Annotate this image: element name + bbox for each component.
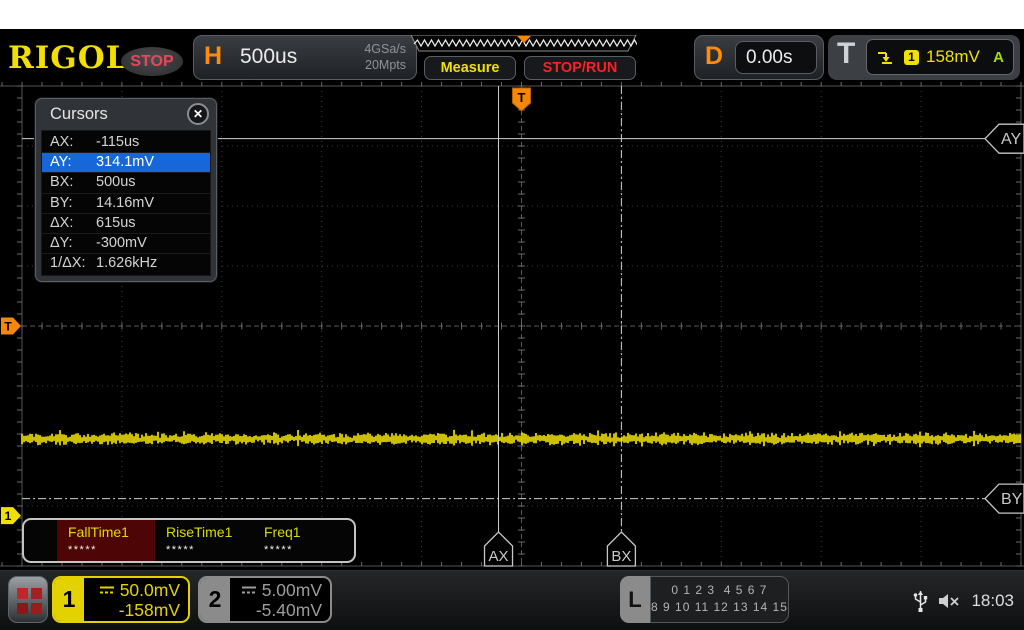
- grid-square-icon: [17, 588, 28, 599]
- svg-text:AY: AY: [1001, 131, 1021, 148]
- logic-label: L: [620, 576, 650, 623]
- cursor-row-dx[interactable]: ΔX:615us: [42, 214, 210, 234]
- channel2-button[interactable]: 2 5.00mV -5.40mV: [198, 576, 332, 623]
- logic-channels-button[interactable]: L 0 1 2 3 4 5 6 7 8 9 10 11 12 13 14 15: [620, 576, 750, 623]
- channel1-offset: -158mV: [119, 600, 180, 620]
- grid-square-icon: [17, 603, 28, 614]
- cursor-value: 14.16mV: [96, 195, 154, 211]
- cursor-row-by[interactable]: BY:14.16mV: [42, 194, 210, 214]
- channel2-offset: -5.40mV: [256, 600, 322, 620]
- svg-text:BX: BX: [611, 548, 631, 565]
- channel-status-bar: 1 50.0mV -158mV 2: [0, 570, 1024, 630]
- measurement-value: *****: [68, 544, 155, 556]
- measurement-name: Freq1: [264, 524, 351, 540]
- svg-text:BY: BY: [1001, 491, 1023, 508]
- channel2-number: 2: [200, 578, 230, 621]
- cursors-title-text: Cursors: [50, 105, 108, 123]
- logic-row-1: 0 1 2 3 4 5 6 7: [651, 582, 788, 599]
- system-tray: 18:03: [913, 571, 1020, 630]
- cursor-row-ax[interactable]: AX:-115us: [42, 133, 210, 153]
- measurement-value: *****: [264, 544, 351, 556]
- logic-row-2: 8 9 10 11 12 13 14 15: [651, 599, 788, 616]
- dc-coupling-icon: [99, 585, 115, 595]
- grid-square-icon: [31, 588, 42, 599]
- measurement-falltime[interactable]: FallTime1 *****: [57, 520, 155, 561]
- measurement-freq[interactable]: Freq1 *****: [253, 520, 351, 561]
- measurement-panel: FallTime1 ***** RiseTime1 ***** Freq1 **…: [22, 518, 356, 563]
- cursor-label: AX:: [50, 133, 96, 152]
- close-icon[interactable]: ✕: [187, 103, 209, 125]
- usb-icon: [913, 589, 928, 613]
- cursor-label: ΔX:: [50, 214, 96, 233]
- oscilloscope-screen: MSO5102 Fri October 11 18:04:10 2024 AXB…: [0, 0, 1024, 630]
- cursors-list: AX:-115us AY:314.1mV BX:500us BY:14.16mV…: [41, 130, 211, 276]
- clock: 18:03: [971, 591, 1014, 611]
- cursor-value: 500us: [96, 174, 136, 190]
- cursor-value: 314.1mV: [96, 154, 154, 170]
- cursor-label: AY:: [50, 153, 96, 172]
- cursor-label: BY:: [50, 194, 96, 213]
- measurement-value: *****: [166, 544, 253, 556]
- cursor-value: 1.626kHz: [96, 255, 157, 271]
- logic-channel-numbers: 0 1 2 3 4 5 6 7 8 9 10 11 12 13 14 15: [650, 576, 789, 623]
- cursor-label: 1/ΔX:: [50, 254, 96, 273]
- svg-text:1: 1: [5, 509, 12, 523]
- cursor-label: ΔY:: [50, 234, 96, 253]
- cursor-row-dy[interactable]: ΔY:-300mV: [42, 234, 210, 254]
- cursor-row-ay[interactable]: AY:314.1mV: [42, 153, 210, 173]
- channel1-button[interactable]: 1 50.0mV -158mV: [52, 576, 190, 623]
- channel1-scale: 50.0mV: [120, 580, 180, 600]
- measurement-name: FallTime1: [68, 524, 155, 540]
- cursor-value: -300mV: [96, 235, 147, 251]
- cursor-row-bx[interactable]: BX:500us: [42, 173, 210, 193]
- measurement-risetime[interactable]: RiseTime1 *****: [155, 520, 253, 561]
- channel1-number: 1: [54, 578, 84, 621]
- svg-text:T: T: [4, 320, 12, 334]
- cursors-panel: Cursors ✕ AX:-115us AY:314.1mV BX:500us …: [35, 98, 217, 282]
- cursor-label: BX:: [50, 173, 96, 192]
- speaker-muted-icon: [937, 591, 963, 611]
- dc-coupling-icon: [241, 585, 257, 595]
- grid-square-icon: [31, 603, 42, 614]
- cursor-value: -115us: [96, 134, 139, 150]
- cursor-value: 615us: [96, 215, 136, 231]
- cursor-row-inv-dx[interactable]: 1/ΔX:1.626kHz: [42, 254, 210, 273]
- svg-text:AX: AX: [489, 548, 509, 565]
- cursors-panel-title: Cursors ✕: [36, 99, 216, 130]
- svg-text:T: T: [518, 90, 526, 105]
- channel2-values: 5.00mV -5.40mV: [230, 578, 330, 621]
- channel2-scale: 5.00mV: [262, 580, 322, 600]
- menu-grid-button[interactable]: [8, 576, 48, 623]
- channel1-values: 50.0mV -158mV: [84, 578, 188, 621]
- measurement-name: RiseTime1: [166, 524, 253, 540]
